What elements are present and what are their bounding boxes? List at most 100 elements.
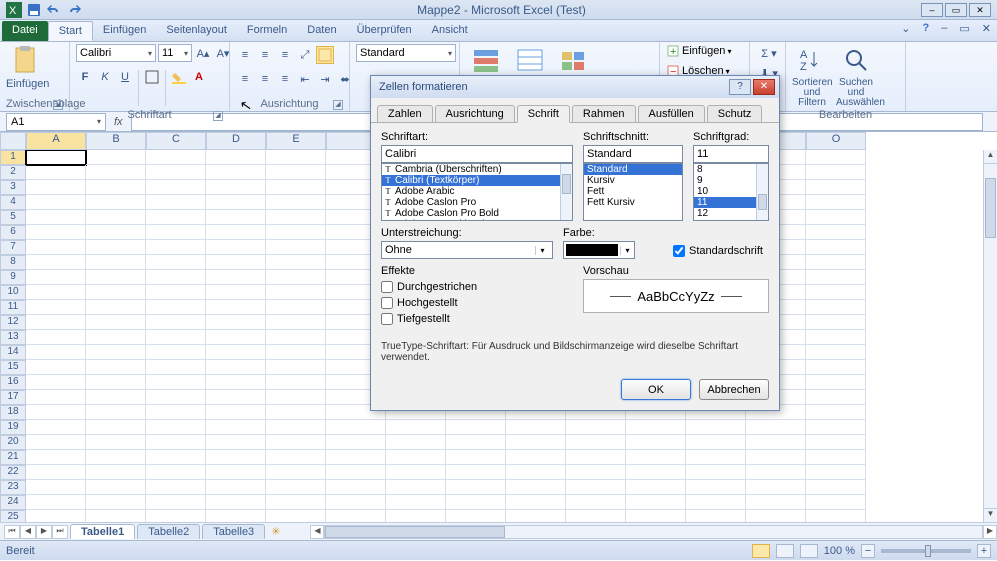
row-header[interactable]: 22 bbox=[0, 465, 26, 480]
cell[interactable] bbox=[146, 495, 206, 510]
tab-insert[interactable]: Einfügen bbox=[93, 21, 156, 41]
zoom-out-button[interactable]: − bbox=[861, 544, 875, 558]
cell[interactable] bbox=[566, 465, 626, 480]
orientation-icon[interactable]: ⤢ bbox=[296, 46, 314, 64]
cell[interactable] bbox=[506, 420, 566, 435]
cell[interactable] bbox=[266, 390, 326, 405]
dlg-tab-schrift[interactable]: Schrift bbox=[517, 105, 570, 123]
cell[interactable] bbox=[26, 465, 86, 480]
cell[interactable] bbox=[266, 345, 326, 360]
cell[interactable] bbox=[146, 180, 206, 195]
cell[interactable] bbox=[26, 180, 86, 195]
cell[interactable] bbox=[626, 435, 686, 450]
tab-formulas[interactable]: Formeln bbox=[237, 21, 297, 41]
font-listbox[interactable]: 𝕋Cambria (Überschriften)𝕋Calibri (Textkö… bbox=[381, 163, 573, 221]
cell[interactable] bbox=[206, 300, 266, 315]
cell[interactable] bbox=[386, 510, 446, 522]
tab-review[interactable]: Überprüfen bbox=[347, 21, 422, 41]
cell[interactable] bbox=[686, 465, 746, 480]
cell[interactable] bbox=[206, 330, 266, 345]
cell[interactable] bbox=[146, 405, 206, 420]
tab-data[interactable]: Daten bbox=[297, 21, 346, 41]
cell[interactable] bbox=[806, 195, 866, 210]
row-header[interactable]: 9 bbox=[0, 270, 26, 285]
cell[interactable] bbox=[266, 225, 326, 240]
cell[interactable] bbox=[86, 510, 146, 522]
cell[interactable] bbox=[206, 435, 266, 450]
cell[interactable] bbox=[746, 510, 806, 522]
cell[interactable] bbox=[806, 405, 866, 420]
cell[interactable] bbox=[626, 420, 686, 435]
cell[interactable] bbox=[86, 345, 146, 360]
indent-inc-icon[interactable]: ⇥ bbox=[316, 70, 334, 88]
cell[interactable] bbox=[26, 255, 86, 270]
cell[interactable] bbox=[326, 480, 386, 495]
cell[interactable] bbox=[806, 165, 866, 180]
cell[interactable] bbox=[266, 210, 326, 225]
cell[interactable] bbox=[146, 285, 206, 300]
cell[interactable] bbox=[566, 495, 626, 510]
cell[interactable] bbox=[326, 465, 386, 480]
cell[interactable] bbox=[386, 450, 446, 465]
cell[interactable] bbox=[206, 375, 266, 390]
cell[interactable] bbox=[326, 510, 386, 522]
clipboard-launcher[interactable]: ◢ bbox=[53, 100, 63, 110]
row-header[interactable]: 24 bbox=[0, 495, 26, 510]
cell[interactable] bbox=[86, 420, 146, 435]
strike-checkbox[interactable]: Durchgestrichen bbox=[381, 281, 573, 293]
cell[interactable] bbox=[686, 435, 746, 450]
cell[interactable] bbox=[266, 285, 326, 300]
dialog-help-button[interactable]: ? bbox=[729, 79, 751, 95]
format-table-button[interactable] bbox=[510, 44, 550, 78]
cell[interactable] bbox=[266, 435, 326, 450]
cell[interactable] bbox=[266, 465, 326, 480]
cell[interactable] bbox=[746, 420, 806, 435]
undo-icon[interactable] bbox=[46, 2, 62, 18]
row-header[interactable]: 14 bbox=[0, 345, 26, 360]
cell[interactable] bbox=[806, 450, 866, 465]
conditional-format-button[interactable] bbox=[466, 44, 506, 78]
sheet-nav-next-icon[interactable]: ▶ bbox=[36, 525, 52, 539]
number-format-combo[interactable]: Standard▾ bbox=[356, 44, 456, 62]
font-size-combo[interactable]: 11▾ bbox=[158, 44, 192, 62]
cell[interactable] bbox=[506, 495, 566, 510]
cell[interactable] bbox=[266, 450, 326, 465]
cell[interactable] bbox=[146, 165, 206, 180]
cell[interactable] bbox=[26, 360, 86, 375]
minimize-button[interactable]: – bbox=[921, 3, 943, 17]
cell[interactable] bbox=[626, 495, 686, 510]
italic-button[interactable]: K bbox=[96, 68, 114, 86]
cell[interactable] bbox=[206, 360, 266, 375]
dialog-titlebar[interactable]: Zellen formatieren ? ✕ bbox=[371, 76, 779, 98]
cell[interactable] bbox=[806, 150, 866, 165]
cell[interactable] bbox=[446, 510, 506, 522]
cell[interactable] bbox=[26, 480, 86, 495]
zoom-slider[interactable] bbox=[881, 549, 971, 553]
cell[interactable] bbox=[746, 465, 806, 480]
list-item[interactable]: 𝕋Calibri (Textkörper) bbox=[382, 175, 572, 186]
cell[interactable] bbox=[686, 510, 746, 522]
cell[interactable] bbox=[86, 195, 146, 210]
cell[interactable] bbox=[26, 210, 86, 225]
cell[interactable] bbox=[86, 225, 146, 240]
cell[interactable] bbox=[26, 435, 86, 450]
align-middle-icon[interactable]: ≡ bbox=[256, 46, 274, 64]
cell[interactable] bbox=[206, 450, 266, 465]
cell[interactable] bbox=[326, 450, 386, 465]
align-left-icon[interactable]: ≡ bbox=[236, 70, 254, 88]
align-top-icon[interactable]: ≡ bbox=[236, 46, 254, 64]
cell[interactable] bbox=[446, 435, 506, 450]
cell[interactable] bbox=[566, 480, 626, 495]
cell[interactable] bbox=[506, 465, 566, 480]
vscroll-thumb[interactable] bbox=[985, 178, 996, 238]
column-header[interactable]: O bbox=[806, 132, 866, 150]
save-icon[interactable] bbox=[26, 2, 42, 18]
cell[interactable] bbox=[146, 255, 206, 270]
cell[interactable] bbox=[626, 510, 686, 522]
cell[interactable] bbox=[146, 225, 206, 240]
cell[interactable] bbox=[386, 435, 446, 450]
cell[interactable] bbox=[566, 510, 626, 522]
row-header[interactable]: 23 bbox=[0, 480, 26, 495]
cell[interactable] bbox=[266, 195, 326, 210]
cell[interactable] bbox=[146, 345, 206, 360]
